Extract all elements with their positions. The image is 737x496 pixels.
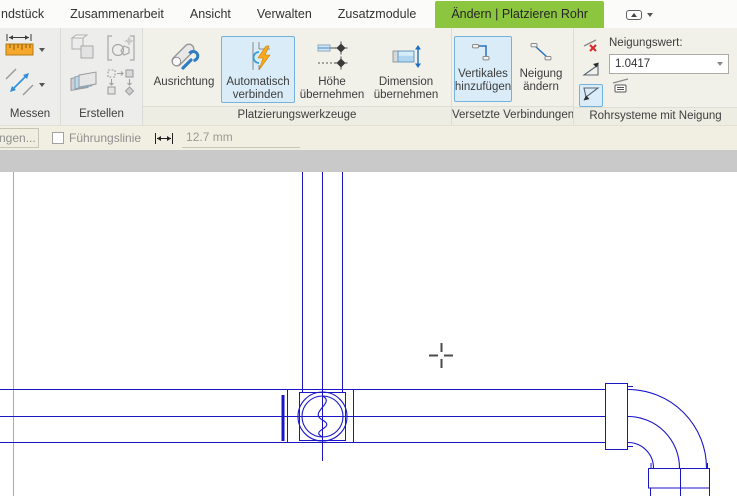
slope-up-button[interactable]	[579, 60, 603, 83]
ribbon-minimize-control[interactable]	[625, 10, 653, 20]
tab-ansicht[interactable]: Ansicht	[177, 0, 244, 28]
ribbon-tab-bar: ndstück Zusammenarbeit Ansicht Verwalten…	[0, 0, 737, 28]
guide-line-label: Führungslinie	[69, 131, 142, 145]
change-slope-button[interactable]: Neigung ändern	[512, 36, 570, 102]
panel-platzierungswerkzeuge: Ausrichtung Automatisch verbinden Höhe ü…	[142, 28, 451, 125]
button-label: Ausrichtung	[153, 76, 215, 88]
create-group-button[interactable]	[102, 67, 140, 101]
chevron-down-icon[interactable]	[717, 62, 723, 66]
create-component-button[interactable]	[102, 33, 140, 67]
ribbon: Messen Erstellen Ausrichtung Automatisch…	[0, 28, 737, 125]
change-slope-icon	[528, 39, 554, 65]
slope-off-button[interactable]	[579, 36, 603, 59]
crosshair-cursor	[429, 343, 453, 368]
viewport-top-band	[0, 150, 737, 172]
pipe-width-field[interactable]: 12.7 mm	[182, 128, 301, 148]
create-group-icon	[106, 67, 136, 102]
create-similar-icon	[68, 33, 98, 68]
options-bar: ngen... Führungslinie 12.7 mm	[0, 125, 737, 150]
chevron-down-icon[interactable]	[39, 82, 45, 87]
inherit-elevation-icon	[315, 39, 349, 73]
panel-versetzte-verbindungen: Vertikales hinzufügen Neigung ändern Ver…	[451, 28, 573, 125]
measure-button[interactable]	[4, 33, 45, 66]
add-vertical-icon	[470, 39, 496, 65]
auto-connect-button[interactable]: Automatisch verbinden	[221, 36, 295, 103]
ribbon-minimize-icon[interactable]	[625, 10, 642, 20]
pipe-wrench-icon	[167, 39, 201, 73]
panel-messen: Messen	[0, 28, 60, 125]
truncated-options-button[interactable]: ngen...	[0, 128, 39, 148]
measure-between-icon	[4, 67, 36, 102]
inherit-elevation-button[interactable]: Höhe übernehmen	[295, 36, 369, 103]
slope-down-icon	[582, 85, 601, 107]
tab-modify-place-pipe-active[interactable]: Ändern | Platzieren Rohr	[435, 1, 604, 28]
slope-up-icon	[581, 61, 601, 83]
panel-label-platzierungswerkzeuge: Platzierungswerkzeuge	[143, 106, 451, 125]
panel-label-versetzte-verbindungen: Versetzte Verbindungen	[452, 106, 573, 125]
slope-tooltip-button[interactable]	[609, 77, 633, 100]
inherit-size-button[interactable]: Dimension übernehmen	[369, 36, 443, 103]
slope-value: 1.0417	[615, 58, 651, 70]
panel-erstellen: Erstellen	[60, 28, 142, 125]
chevron-down-icon[interactable]	[646, 13, 653, 17]
create-assembly-button[interactable]	[64, 67, 102, 101]
slope-value-label: Neigungswert:	[609, 37, 683, 49]
alignment-button[interactable]: Ausrichtung	[147, 36, 221, 102]
chevron-down-icon[interactable]	[39, 47, 45, 52]
button-label: Automatisch verbinden	[226, 76, 290, 101]
button-label: Neigung ändern	[519, 68, 563, 93]
vertical-pipe[interactable]	[301, 172, 344, 461]
panel-label-rohrsysteme: Rohrsysteme mit Neigung	[574, 107, 737, 125]
button-label: Dimension übernehmen	[373, 76, 439, 101]
slope-value-combobox[interactable]: 1.0417	[609, 54, 729, 74]
tab-zusatzmodule[interactable]: Zusatzmodule	[325, 0, 430, 28]
slope-down-button[interactable]	[579, 84, 603, 107]
bottom-coupling[interactable]	[647, 467, 711, 496]
slope-off-icon	[582, 37, 601, 59]
auto-connect-lightning-icon	[241, 39, 275, 73]
button-label: Höhe übernehmen	[299, 76, 365, 101]
button-label: Vertikales hinzufügen	[454, 68, 512, 93]
slope-tooltip-icon	[611, 77, 631, 100]
elbow-fitting[interactable]	[627, 388, 709, 469]
create-similar-button[interactable]	[64, 33, 102, 67]
create-assembly-icon	[68, 67, 98, 102]
tab-verwalten[interactable]: Verwalten	[244, 0, 325, 28]
tab-truncated[interactable]: ndstück	[0, 0, 57, 28]
add-vertical-button[interactable]: Vertikales hinzufügen	[454, 36, 512, 102]
panel-rohrsysteme: Neigungswert: 1.0417 Rohrsysteme mit Nei…	[573, 28, 737, 125]
measure-between-button[interactable]	[4, 68, 45, 101]
tab-zusammenarbeit[interactable]: Zusammenarbeit	[57, 0, 177, 28]
measure-ruler-icon	[4, 33, 36, 66]
dimension-width-icon	[153, 132, 175, 145]
inherit-size-icon	[389, 39, 423, 73]
create-component-icon	[106, 33, 136, 68]
panel-label-erstellen: Erstellen	[79, 108, 124, 120]
guide-line-checkbox[interactable]	[52, 132, 64, 144]
drawing-area[interactable]	[0, 172, 737, 496]
panel-label-messen: Messen	[9, 108, 51, 120]
